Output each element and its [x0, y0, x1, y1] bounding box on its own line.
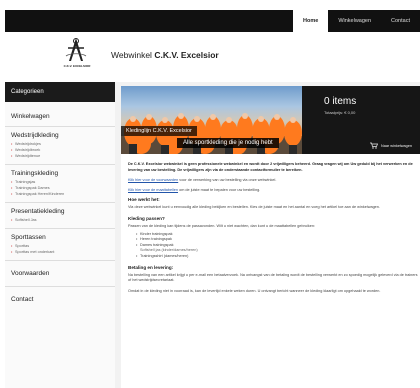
- cart-icon: [369, 142, 378, 149]
- sidebar-item-wedstrijdtenue[interactable]: Wedstrijdtenue: [11, 153, 109, 159]
- top-navigation: Home Winkelwagen Contact: [293, 10, 420, 32]
- page: Home Winkelwagen Contact C.K.V. EXCELSIO…: [0, 0, 420, 388]
- sidebar-section-trainingskleding: Trainingskleding Trainingsjas Trainingsp…: [5, 165, 115, 203]
- site-title-prefix: Webwinkel: [111, 50, 155, 60]
- nav-home[interactable]: Home: [293, 10, 329, 32]
- payment-text: Na bestelling van een artikel krijgt u p…: [128, 272, 418, 283]
- sidebar-item-softshell-jas[interactable]: Softshell Jas: [11, 217, 109, 223]
- sidebar-header: Categorieen: [5, 82, 115, 102]
- delivery-text: Omdat in de kleding niet in voorraad is,…: [128, 288, 381, 293]
- sidebar-link-wedstrijdkleding[interactable]: Wedstrijdkleding: [11, 131, 109, 140]
- sidebar-link-contact[interactable]: Contact: [11, 295, 109, 304]
- how-it-works-text: Via deze webwinkel kunt u eenvoudig alle…: [128, 205, 380, 210]
- top-bar: Home Winkelwagen Contact: [5, 10, 420, 32]
- club-logo[interactable]: [64, 36, 88, 64]
- cart-item-count: 0 items: [324, 96, 357, 107]
- size-chart-list: Kinder trainingspak Heren trainingspak D…: [136, 232, 420, 260]
- intro-paragraph: De C.K.V. Excelsior webwinkel is geen pr…: [128, 162, 420, 173]
- sidebar-link-trainingskleding[interactable]: Trainingskleding: [11, 169, 109, 178]
- maattabel-link[interactable]: Klik hier voor de maattabellen: [128, 188, 178, 192]
- content-text: De C.K.V. Excelsior webwinkel is geen pr…: [128, 162, 420, 299]
- sidebar-section-wedstrijdkleding: Wedstrijdkleding Wedstrijdrokjes Wedstri…: [5, 127, 115, 165]
- cart-total-price: Totaalprijs: € 0,00: [324, 110, 356, 115]
- go-to-cart-button[interactable]: Naar winkelwagen: [369, 142, 412, 149]
- main-content: Kledinglijn C.K.V. Excelsior Alle sportk…: [121, 86, 420, 388]
- payment-heading: Betaling en levering:: [128, 264, 174, 270]
- nav-contact[interactable]: Contact: [381, 10, 420, 32]
- cart-panel: 0 items Totaalprijs: € 0,00 Naar winkelw…: [302, 86, 420, 154]
- fitting-text: Passen van de kleding kan tijdens de pas…: [128, 223, 316, 228]
- site-title-brand: C.K.V. Excelsior: [154, 50, 219, 60]
- go-to-cart-label: Naar winkelwagen: [380, 143, 412, 148]
- sidebar-item-sporttas-onderkant[interactable]: Sporttas met onderkant: [11, 249, 109, 255]
- maattabel-line: Klik hier voor de maattabellen om de jui…: [128, 188, 420, 194]
- size-chart-item[interactable]: Trainingsshirt (dames/heren): [136, 254, 420, 260]
- maattabel-line-text: om de juiste maat te bepalen voor uw bes…: [178, 187, 261, 192]
- sidebar-link-voorwaarden[interactable]: Voorwaarden: [11, 269, 109, 278]
- sidebar-section-contact: Contact: [5, 287, 115, 309]
- voorwaarden-line-text: voor de verwerking van uw bestelling via…: [178, 178, 277, 183]
- site-title[interactable]: Webwinkel C.K.V. Excelsior: [111, 50, 219, 60]
- intro-text: De C.K.V. Excelsior webwinkel is geen pr…: [128, 162, 413, 172]
- banner-photo: Kledinglijn C.K.V. Excelsior Alle sportk…: [121, 86, 302, 154]
- banner-caption-subtitle: Alle sportkleding die je nodig hebt: [177, 138, 279, 148]
- sidebar: Categorieen Winkelwagen Wedstrijdkleding…: [5, 82, 115, 388]
- nav-winkelwagen[interactable]: Winkelwagen: [328, 10, 381, 32]
- sidebar-section-sporttassen: Sporttassen Sporttas Sporttas met onderk…: [5, 229, 115, 261]
- sidebar-section-voorwaarden: Voorwaarden: [5, 261, 115, 287]
- sidebar-link-sporttassen[interactable]: Sporttassen: [11, 233, 109, 242]
- sidebar-link-presentatiekleding[interactable]: Presentatiekleding: [11, 207, 109, 216]
- voorwaarden-line: Klik hier voor de voorwaarden voor de ve…: [128, 178, 420, 184]
- sidebar-link-winkelwagen[interactable]: Winkelwagen: [11, 112, 109, 121]
- sidebar-item-trainingspak-heren[interactable]: Trainingspak Heren/Kinderen: [11, 191, 109, 197]
- sidebar-section-presentatiekleding: Presentatiekleding Softshell Jas: [5, 203, 115, 229]
- sidebar-section-winkelwagen: Winkelwagen: [5, 102, 115, 127]
- banner-caption-title: Kledinglijn C.K.V. Excelsior: [121, 126, 197, 136]
- voorwaarden-link[interactable]: Klik hier voor de voorwaarden: [128, 178, 178, 182]
- fitting-heading: Kleding passen?: [128, 215, 165, 221]
- logo-caption: C.K.V. EXCELSIOR: [63, 64, 91, 68]
- how-it-works-heading: Hoe werkt het:: [128, 197, 160, 203]
